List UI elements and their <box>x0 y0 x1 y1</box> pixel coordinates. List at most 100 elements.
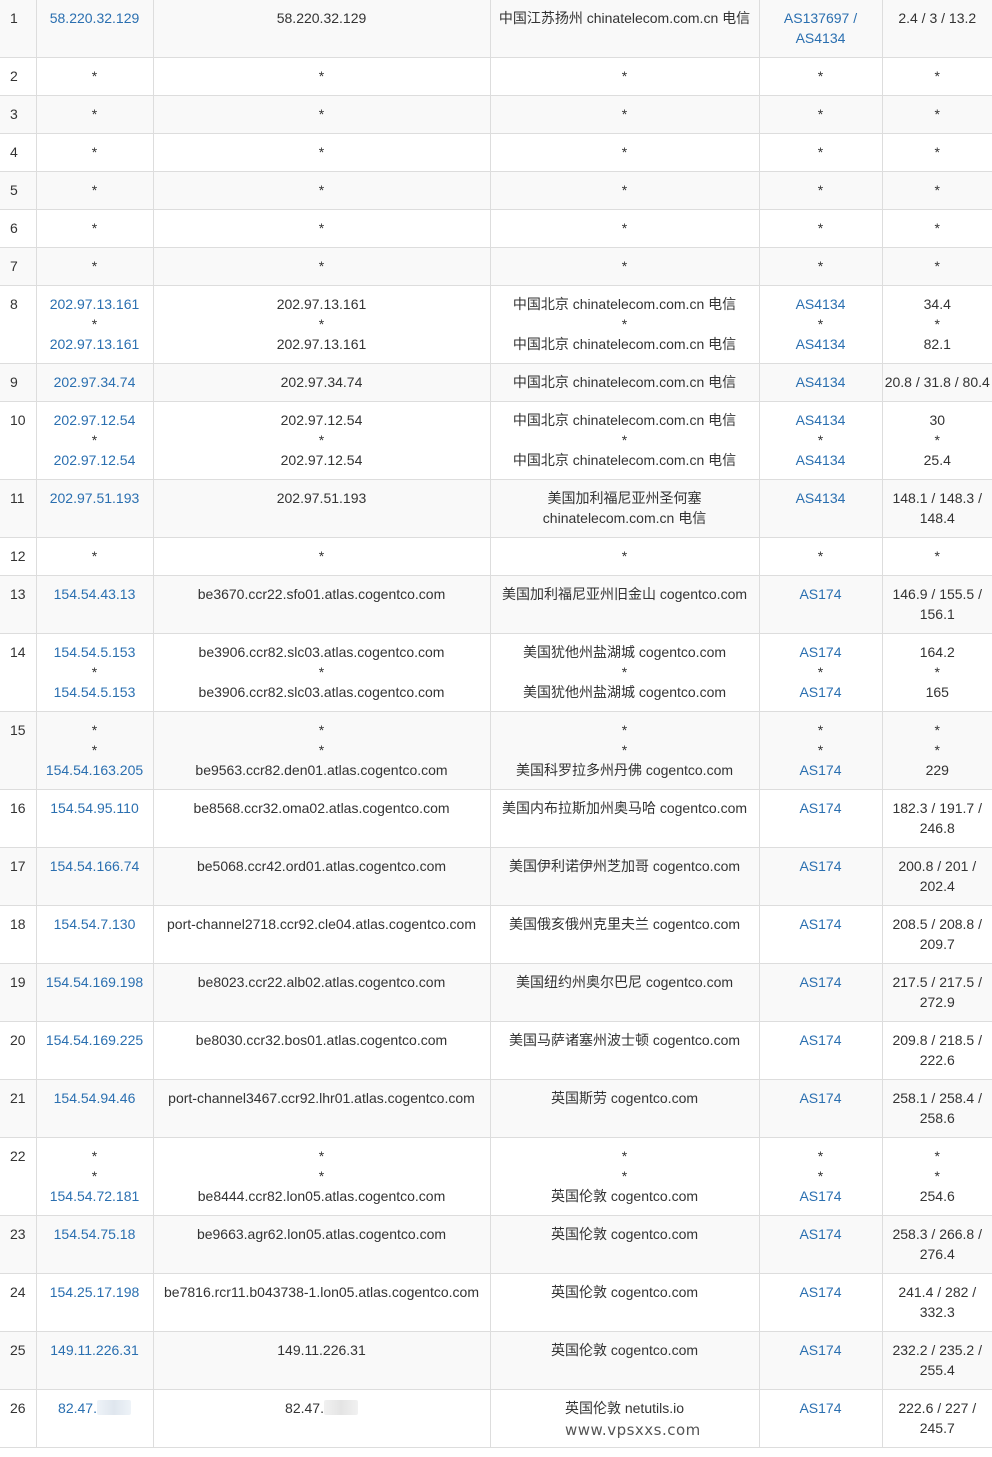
ip-address-link[interactable]: 202.97.12.54 <box>39 410 151 430</box>
ip-address-link[interactable]: 149.11.226.31 <box>39 1340 151 1360</box>
hostname-text: * <box>156 256 488 276</box>
ip-address-link[interactable]: 154.54.5.153 <box>39 642 151 662</box>
as-number-value: * <box>817 742 824 758</box>
as-number-cell: AS4134 <box>759 479 883 538</box>
hop-number: 14 <box>0 633 37 712</box>
latency-cell: * <box>882 96 992 134</box>
hostname-cell: 202.97.12.54 * 202.97.12.54 <box>153 401 491 480</box>
latency-value: * <box>934 432 940 448</box>
as-number-link[interactable]: AS174 <box>762 1224 880 1244</box>
ip-address-link[interactable]: 154.54.75.18 <box>39 1224 151 1244</box>
ip-address-link[interactable]: 154.54.166.74 <box>39 856 151 876</box>
latency-cell: 34.4 * 82.1 <box>882 286 992 364</box>
ip-address-link[interactable]: 82.47. <box>39 1398 151 1418</box>
ip-address-link[interactable]: 154.54.169.225 <box>39 1030 151 1050</box>
latency-value: 148.1 / 148.3 / 148.4 <box>892 490 983 526</box>
as-number-value: * <box>817 1168 824 1184</box>
as-number-link[interactable]: AS4134 <box>762 294 880 314</box>
as-number-link[interactable]: AS174 <box>762 1186 880 1206</box>
ip-address-link[interactable]: 154.54.43.13 <box>39 584 151 604</box>
location-value: 中国北京 chinatelecom.com.cn 电信 <box>512 452 737 468</box>
ip-address-link[interactable]: 202.97.13.161 <box>39 294 151 314</box>
latency-value: 232.2 / 235.2 / 255.4 <box>892 1342 983 1378</box>
hostname-cell: * <box>153 537 491 576</box>
ip-address-link[interactable]: 154.54.169.198 <box>39 972 151 992</box>
as-number-cell: * <box>759 209 883 248</box>
location-cell: 美国纽约州奥尔巴尼 cogentco.com <box>490 963 760 1022</box>
ip-address-value: * <box>91 220 98 236</box>
as-number-link[interactable]: AS174 <box>762 1282 880 1302</box>
as-number-link[interactable]: AS4134 <box>762 488 880 508</box>
table-row: 13 154.54.43.13 be3670.ccr22.sfo01.atlas.c… <box>0 575 992 634</box>
as-number-link[interactable]: AS4134 <box>762 372 880 392</box>
as-number-cell: AS4134 * AS4134 <box>759 401 883 480</box>
as-number-link[interactable]: AS4134 <box>762 450 880 470</box>
hostname-text: be3670.ccr22.sfo01.atlas.cogentco.com <box>156 584 488 604</box>
hostname-text: be3906.ccr82.slc03.atlas.cogentco.com <box>156 642 488 662</box>
as-number-value: AS174 <box>799 974 842 990</box>
hostname-cell: be3906.ccr82.slc03.atlas.cogentco.com * be… <box>153 633 491 712</box>
ip-address-link[interactable]: 154.54.5.153 <box>39 682 151 702</box>
ip-address-link[interactable]: 202.97.51.193 <box>39 488 151 508</box>
latency-text: * <box>885 142 991 162</box>
as-number-value: AS4134 <box>795 336 846 352</box>
hostname-text: * <box>156 104 488 124</box>
as-number-link[interactable]: AS4134 <box>762 410 880 430</box>
as-number-link[interactable]: AS174 <box>762 798 880 818</box>
as-number-link[interactable]: AS174 <box>762 1088 880 1108</box>
latency-value: * <box>934 1148 940 1164</box>
ip-address-value: * <box>91 316 98 332</box>
table-row: 7 * * * * * <box>0 247 992 286</box>
ip-address-cell: 154.54.95.110 <box>36 789 154 848</box>
as-number-link[interactable]: AS174 <box>762 760 880 780</box>
table-row: 11 202.97.51.193 202.97.51.193 美国加利福尼亚州圣何塞 … <box>0 479 992 538</box>
location-value: * <box>621 664 628 680</box>
latency-text: * <box>885 546 991 566</box>
table-row: 5 * * * * * <box>0 171 992 210</box>
as-number-link[interactable]: AS174 <box>762 1030 880 1050</box>
ip-address-cell: 154.25.17.198 <box>36 1273 154 1332</box>
as-number-link[interactable]: AS174 <box>762 584 880 604</box>
hostname-value: * <box>318 548 325 564</box>
hop-number: 17 <box>0 847 37 906</box>
ip-address-link[interactable]: 154.54.94.46 <box>39 1088 151 1108</box>
latency-value: 254.6 <box>919 1188 955 1204</box>
ip-address-link[interactable]: 154.54.7.130 <box>39 914 151 934</box>
ip-address-cell: * <box>36 95 154 134</box>
ip-address-link[interactable]: 154.54.95.110 <box>39 798 151 818</box>
as-number-link[interactable]: AS174 <box>762 642 880 662</box>
as-number-link[interactable]: AS174 <box>762 856 880 876</box>
ip-address-cell: * * 154.54.163.205 <box>36 711 154 790</box>
as-number-link[interactable]: AS174 <box>762 1340 880 1360</box>
hop-number: 22 <box>0 1137 37 1216</box>
latency-value: 164.2 <box>919 644 955 660</box>
as-number-link[interactable]: AS4134 <box>762 334 880 354</box>
as-number-link[interactable]: AS137697 / AS4134 <box>762 8 880 48</box>
table-row: 22 * * 154.54.72.181 * * be8444.ccr82.lon05.at… <box>0 1137 992 1216</box>
hostname-text: 149.11.226.31 <box>156 1340 488 1360</box>
ip-address-link[interactable]: 154.54.72.181 <box>39 1186 151 1206</box>
ip-address-cell: * <box>36 133 154 172</box>
as-number-link[interactable]: AS174 <box>762 1398 880 1418</box>
hostname-text: 58.220.32.129 <box>156 8 488 28</box>
ip-address-link[interactable]: 58.220.32.129 <box>39 8 151 28</box>
ip-address-link[interactable]: 202.97.34.74 <box>39 372 151 392</box>
as-number-link[interactable]: AS174 <box>762 914 880 934</box>
hop-number: 8 <box>0 285 37 364</box>
ip-address-link[interactable]: 202.97.12.54 <box>39 450 151 470</box>
latency-text: 182.3 / 191.7 / 246.8 <box>885 798 991 838</box>
as-number-value: AS174 <box>799 1400 842 1416</box>
as-number-link[interactable]: AS174 <box>762 972 880 992</box>
ip-address-link[interactable]: 154.25.17.198 <box>39 1282 151 1302</box>
location-text: 英国伦敦 cogentco.com <box>493 1224 757 1244</box>
ip-address-link[interactable]: 202.97.13.161 <box>39 334 151 354</box>
hostname-cell: * <box>153 209 491 248</box>
hostname-text: * <box>156 740 488 760</box>
hostname-value: * <box>318 1168 325 1184</box>
latency-cell: 258.3 / 266.8 / 276.4 <box>882 1216 992 1274</box>
latency-value: 165 <box>925 684 949 700</box>
as-number-link[interactable]: AS174 <box>762 682 880 702</box>
latency-cell: * * 229 <box>882 712 992 790</box>
ip-address-link[interactable]: 154.54.163.205 <box>39 760 151 780</box>
hostname-value: be3906.ccr82.slc03.atlas.cogentco.com <box>198 644 445 660</box>
